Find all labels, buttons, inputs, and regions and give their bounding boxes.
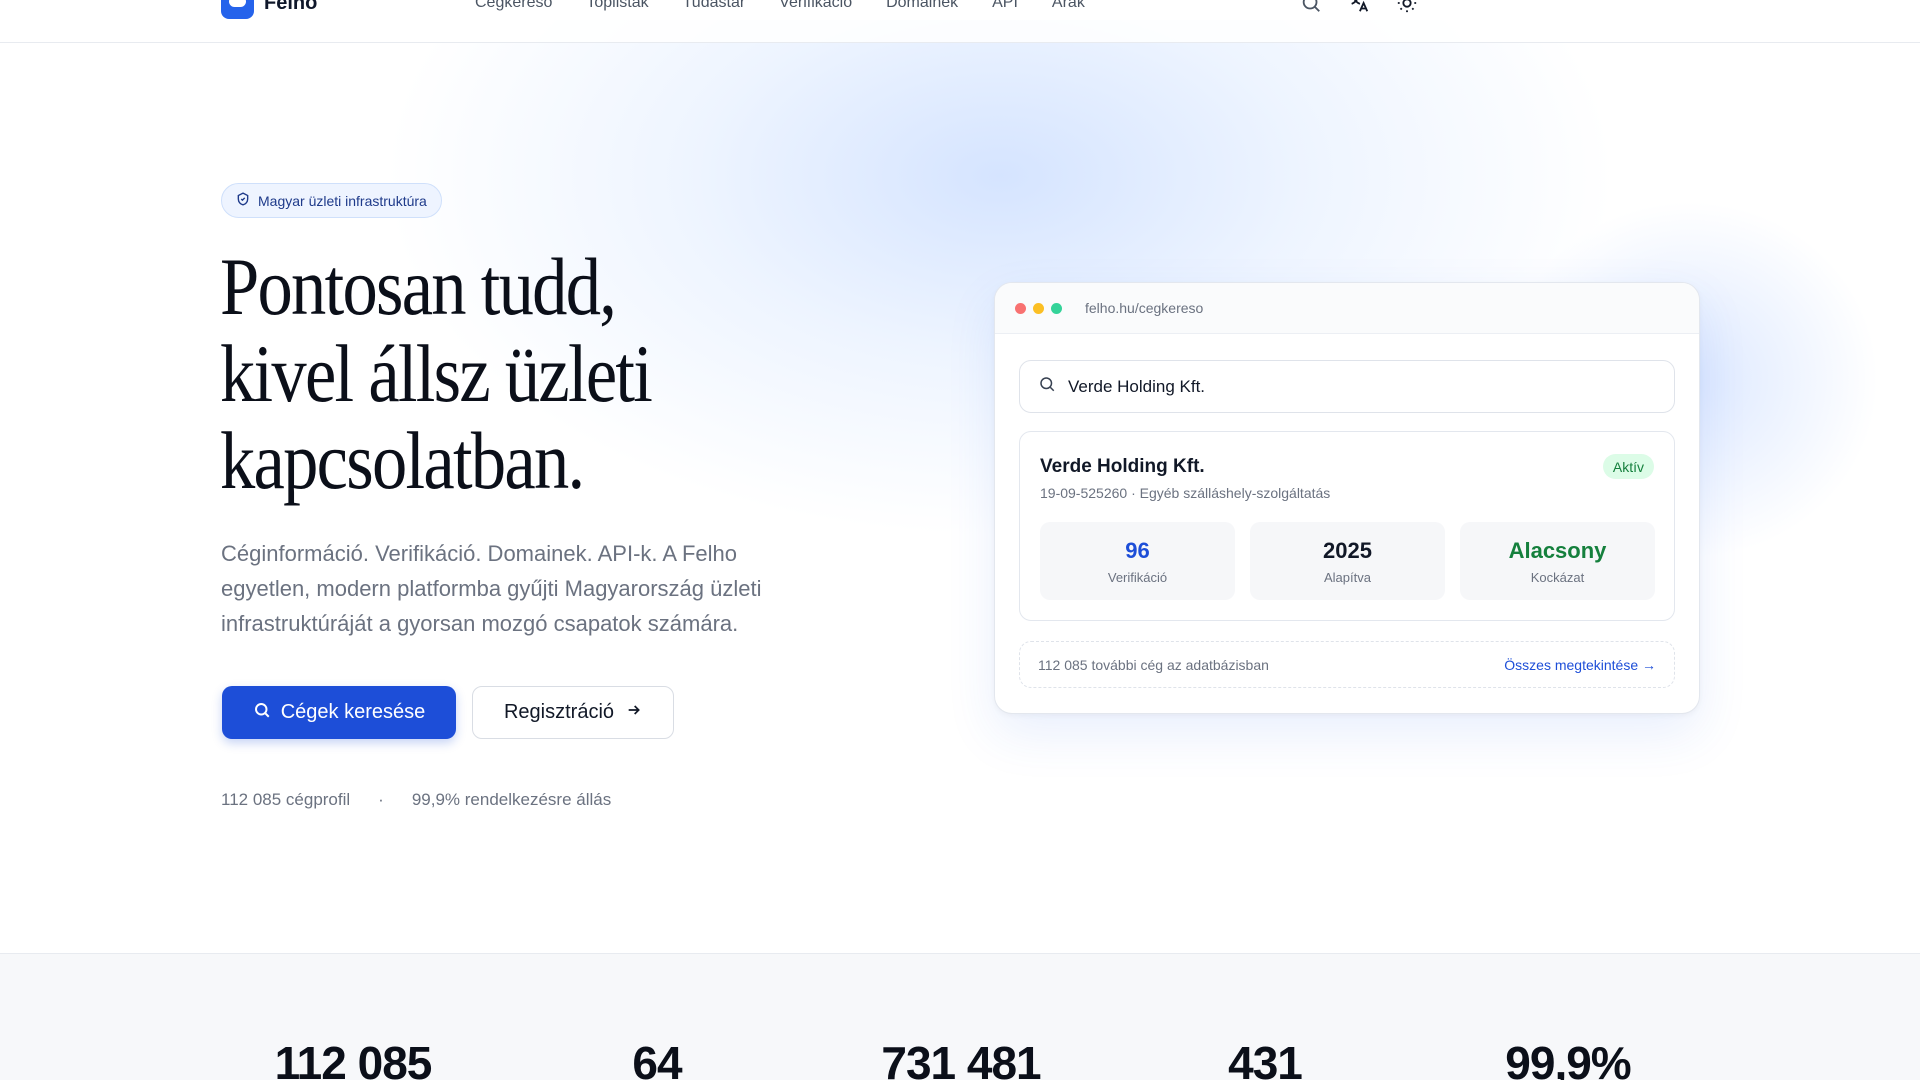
product-preview-window: felho.hu/cegkereso Verde Holding Kft. Ve… xyxy=(994,282,1700,714)
preview-url: felho.hu/cegkereso xyxy=(1085,300,1204,316)
stat-profiles: 112 085 cégprofil xyxy=(221,790,351,809)
preview-window-titlebar: felho.hu/cegkereso xyxy=(995,283,1699,334)
company-result-card[interactable]: Verde Holding Kft. 19-09-525260 · Egyéb … xyxy=(1019,431,1675,621)
hero-subtitle: Céginformáció. Verifikáció. Domainek. AP… xyxy=(221,541,762,636)
hero-title: Pontosan tudd, kivel állsz üzleti kapcso… xyxy=(220,243,770,504)
stat-separator: · xyxy=(378,790,384,809)
top-navigation-bar: Felho Cégkereső Toplisták Tudástár Verif… xyxy=(0,0,1920,43)
register-label: Regisztráció xyxy=(503,701,615,723)
window-maximize-dot xyxy=(1051,302,1062,314)
shield-icon xyxy=(236,192,250,209)
metric-verification: 96 Verifikáció xyxy=(1040,522,1235,600)
nav-item-cegkereso[interactable]: Cégkereső xyxy=(475,0,552,12)
more-results-row: 112 085 további cég az adatbázisban Össz… xyxy=(1019,641,1675,688)
hero-badge-label: Magyar üzleti infrastruktúra xyxy=(258,192,427,209)
metric-founded: 2025 Alapítva xyxy=(1250,522,1445,600)
status-badge: Aktív xyxy=(1602,454,1654,479)
sun-icon[interactable] xyxy=(1396,0,1418,14)
band-stat-3: 731 481 xyxy=(881,1037,1041,1080)
metric-verification-value: 96 xyxy=(1125,537,1150,563)
band-stat-2: 64 xyxy=(632,1037,682,1080)
company-name: Verde Holding Kft. xyxy=(1040,456,1205,477)
nav-item-domainek[interactable]: Domainek xyxy=(886,0,958,12)
company-metrics: 96 Verifikáció 2025 Alapítva Alacsony Ko… xyxy=(1040,522,1655,600)
search-icon xyxy=(1038,375,1056,398)
hero-badge: Magyar üzleti infrastruktúra xyxy=(221,183,442,218)
band-stat-uptime: 99,9% xyxy=(1505,1037,1631,1080)
main-nav: Cégkereső Toplisták Tudástár Verifikáció… xyxy=(475,0,1085,12)
hero-title-line-2: kivel állsz üzleti xyxy=(220,328,653,419)
register-button[interactable]: Regisztráció xyxy=(472,686,674,739)
metric-founded-value: 2025 xyxy=(1323,537,1372,563)
cloud-logo-icon xyxy=(221,0,254,19)
search-companies-button[interactable]: Cégek keresése xyxy=(222,686,456,739)
band-stat-companies: 112 085 xyxy=(274,1037,433,1080)
preview-search-value: Verde Holding Kft. xyxy=(1068,376,1206,396)
nav-item-tudastar[interactable]: Tudástár xyxy=(683,0,746,12)
view-all-link[interactable]: Összes megtekintése → xyxy=(1504,657,1656,673)
search-icon[interactable] xyxy=(1300,0,1322,14)
nav-item-api[interactable]: API xyxy=(992,0,1018,12)
stats-band: 112 085 64 731 481 431 99,9% xyxy=(0,953,1920,1080)
hero-title-line-3: kapcsolatban. xyxy=(220,415,585,506)
metric-founded-label: Alapítva xyxy=(1324,569,1371,585)
metric-risk-value: Alacsony xyxy=(1508,537,1607,563)
metric-risk: Alacsony Kockázat xyxy=(1460,522,1655,600)
window-minimize-dot xyxy=(1033,302,1044,314)
more-results-text: 112 085 további cég az adatbázisban xyxy=(1038,656,1269,673)
search-icon xyxy=(253,701,271,725)
stat-uptime: 99,9% rendelkezésre állás xyxy=(411,790,612,809)
hero-title-line-1: Pontosan tudd, xyxy=(220,241,617,332)
brand-name: Felho xyxy=(264,0,318,14)
metric-risk-label: Kockázat xyxy=(1530,569,1585,585)
nav-item-verifikacio[interactable]: Verifikáció xyxy=(779,0,852,12)
band-stat-4: 431 xyxy=(1228,1037,1303,1080)
arrow-right-icon xyxy=(626,701,642,724)
search-companies-label: Cégek keresése xyxy=(280,701,426,723)
brand-logo[interactable]: Felho xyxy=(221,0,317,19)
nav-item-arak[interactable]: Árak xyxy=(1052,0,1085,12)
preview-search-input[interactable]: Verde Holding Kft. xyxy=(1019,360,1675,413)
header-actions xyxy=(1300,0,1418,14)
nav-item-toplistak[interactable]: Toplisták xyxy=(586,0,648,12)
hero-stats: 112 085 cégprofil · 99,9% rendelkezésre … xyxy=(221,790,611,810)
window-close-dot xyxy=(1015,302,1026,314)
translate-icon[interactable] xyxy=(1348,0,1370,14)
company-meta: 19-09-525260 · Egyéb szálláshely-szolgál… xyxy=(1040,485,1331,501)
metric-verification-label: Verifikáció xyxy=(1107,569,1168,585)
